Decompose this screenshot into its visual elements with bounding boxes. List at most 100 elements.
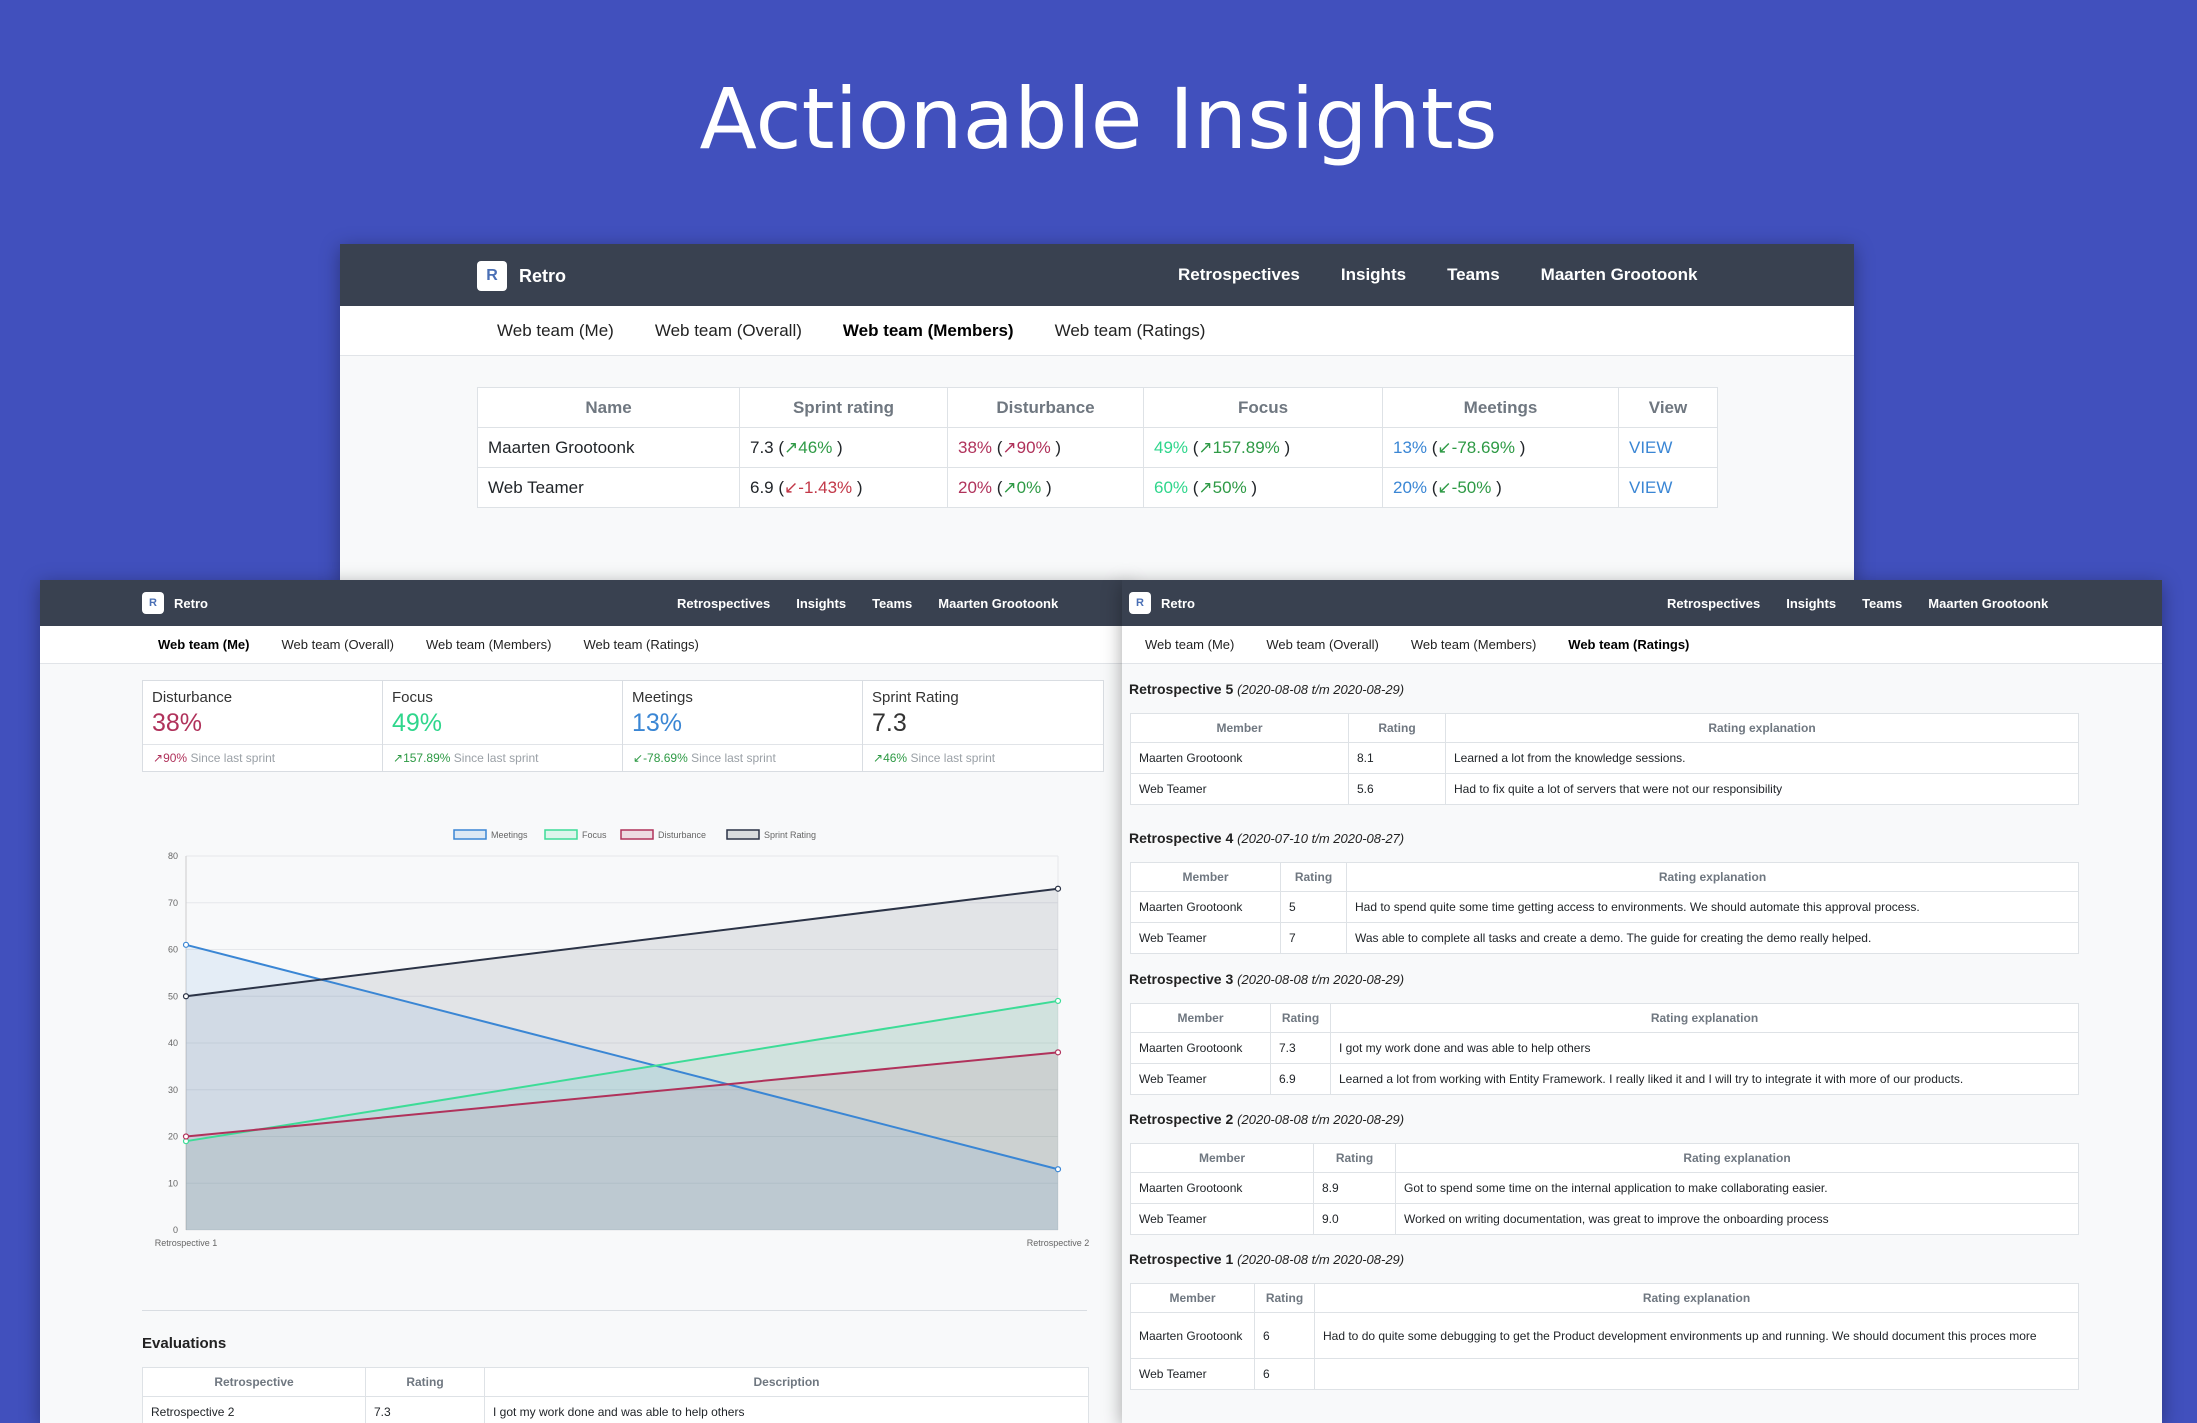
tab-overall[interactable]: Web team (Overall) <box>655 321 802 341</box>
rating-cell: 5.6 <box>1348 773 1446 805</box>
retrospective-heading: Retrospective 5 (2020-08-08 t/m 2020-08-… <box>1129 681 1404 697</box>
explanation-cell: Learned a lot from working with Entity F… <box>1330 1063 2079 1095</box>
nav-insights[interactable]: Insights <box>1341 265 1406 285</box>
disturbance-value: 38% <box>958 437 993 457</box>
trend-up-icon: ↗ <box>1002 437 1017 457</box>
col-member: Member <box>1130 1143 1314 1173</box>
brand[interactable]: R Retro <box>142 592 208 614</box>
y-tick-label: 60 <box>168 945 178 955</box>
tab-members[interactable]: Web team (Members) <box>843 321 1014 341</box>
trend-value: -50% <box>1451 477 1492 497</box>
y-tick-label: 50 <box>168 991 178 1001</box>
y-tick-label: 70 <box>168 898 178 908</box>
tab-me[interactable]: Web team (Me) <box>1145 637 1234 652</box>
x-tick-label: Retrospective 2 <box>1027 1238 1090 1248</box>
tab-overall[interactable]: Web team (Overall) <box>1266 637 1378 652</box>
ratings-table: Member Rating Rating explanation Maarten G… <box>1130 1143 2079 1235</box>
me-window: R Retro Retrospectives Insights Teams Ma… <box>40 580 1130 1423</box>
brand-name: Retro <box>174 595 208 611</box>
brand-name: Retro <box>1161 595 1195 611</box>
meetings-cell: 20% (↙-50% ) <box>1382 467 1619 508</box>
retrospective-title: Retrospective 2 <box>1129 1111 1234 1127</box>
navbar: R Retro Retrospectives Insights Teams Ma… <box>340 244 1854 306</box>
trend-up-icon: ↗ <box>1198 477 1213 497</box>
trend-value: -1.43% <box>798 477 853 497</box>
member-cell: Maarten Grootoonk <box>1130 891 1281 923</box>
focus-card: Focus 49% ↗157.89% Since last sprint <box>382 680 624 772</box>
focus-cell: 60% (↗50% ) <box>1143 467 1383 508</box>
trend-value: 90% <box>1016 437 1051 457</box>
since-label: Since last sprint <box>691 751 776 765</box>
explanation-cell: Got to spend some time on the internal a… <box>1395 1172 2079 1204</box>
view-link[interactable]: VIEW <box>1629 438 1672 457</box>
subnav-tabs: Web team (Me) Web team (Overall) Web tea… <box>40 626 1130 664</box>
trend-value: 50% <box>1212 477 1247 497</box>
disturbance-card: Disturbance 38% ↗90% Since last sprint <box>142 680 384 772</box>
tab-me[interactable]: Web team (Me) <box>497 321 614 341</box>
trend-value: -78.69% <box>643 751 688 765</box>
nav-insights[interactable]: Insights <box>796 596 846 611</box>
nav-insights[interactable]: Insights <box>1786 596 1836 611</box>
member-cell: Web Teamer <box>1130 1358 1255 1390</box>
legend-swatch-focus <box>544 829 578 840</box>
view-link[interactable]: VIEW <box>1629 478 1672 497</box>
nav-retrospectives[interactable]: Retrospectives <box>677 596 770 611</box>
trend-up-icon: ↗ <box>784 437 799 457</box>
explanation-cell: Had to spend quite some time getting acc… <box>1346 891 2079 923</box>
hero-title: Actionable Insights <box>699 70 1498 168</box>
nav-retrospectives[interactable]: Retrospectives <box>1178 265 1300 285</box>
brand[interactable]: R Retro <box>1129 592 1195 614</box>
explanation-cell: Worked on writing documentation, was gre… <box>1395 1203 2079 1235</box>
col-member: Member <box>1130 1003 1271 1033</box>
table-row: Web Teamer 6 <box>1130 1358 2079 1390</box>
nav-retrospectives[interactable]: Retrospectives <box>1667 596 1760 611</box>
tab-me[interactable]: Web team (Me) <box>158 637 250 652</box>
retrospective-heading: Retrospective 3 (2020-08-08 t/m 2020-08-… <box>1129 971 1404 987</box>
col-view: View <box>1618 387 1718 428</box>
brand[interactable]: R Retro <box>477 261 566 291</box>
nav-user[interactable]: Maarten Grootoonk <box>938 596 1058 611</box>
retrospective-range: (2020-08-08 t/m 2020-08-29) <box>1237 972 1405 987</box>
explanation-cell: Learned a lot from the knowledge session… <box>1445 742 2079 774</box>
legend-swatch-disturbance <box>620 829 654 840</box>
tab-members[interactable]: Web team (Members) <box>426 637 551 652</box>
retrospective-title: Retrospective 5 <box>1129 681 1234 697</box>
nav-user[interactable]: Maarten Grootoonk <box>1928 596 2048 611</box>
ratings-table: Member Rating Rating explanation Maarten G… <box>1130 1283 2079 1390</box>
card-value: 7.3 <box>872 709 907 737</box>
y-tick-label: 30 <box>168 1085 178 1095</box>
data-point-meetings <box>182 941 190 948</box>
trend-value: 0% <box>1016 477 1042 497</box>
nav-teams[interactable]: Teams <box>872 596 912 611</box>
col-focus: Focus <box>1143 387 1383 428</box>
table-header-row: Member Rating Rating explanation <box>1130 1283 2079 1313</box>
table-row: Web Teamer 7 Was able to complete all task… <box>1130 922 2079 954</box>
trend-up-icon: ↗ <box>873 751 884 765</box>
nav-teams[interactable]: Teams <box>1447 265 1500 285</box>
tab-members[interactable]: Web team (Members) <box>1411 637 1536 652</box>
legend-label-meetings: Meetings <box>491 830 528 840</box>
col-description: Description <box>484 1367 1089 1397</box>
trend-value: 90% <box>163 751 188 765</box>
meetings-cell: 13% (↙-78.69% ) <box>1382 427 1619 468</box>
rating-value: 7.3 <box>750 437 774 457</box>
nav-teams[interactable]: Teams <box>1862 596 1902 611</box>
view-cell: VIEW <box>1618 427 1718 468</box>
table-header-row: Member Rating Rating explanation <box>1130 1003 2079 1033</box>
trend-down-icon: ↙ <box>1437 477 1452 497</box>
subnav-tabs: Web team (Me) Web team (Overall) Web tea… <box>1122 626 2162 664</box>
col-rating: Rating <box>1270 1003 1331 1033</box>
tab-overall[interactable]: Web team (Overall) <box>282 637 394 652</box>
focus-value: 60% <box>1154 477 1189 497</box>
member-cell: Maarten Grootoonk <box>1130 1032 1271 1064</box>
table-row: Web Teamer 9.0 Worked on writing documenta… <box>1130 1203 2079 1235</box>
trend-value: 157.89% <box>403 751 451 765</box>
member-cell: Web Teamer <box>1130 1063 1271 1095</box>
tab-ratings[interactable]: Web team (Ratings) <box>1568 637 1689 652</box>
tab-ratings[interactable]: Web team (Ratings) <box>1055 321 1206 341</box>
tab-ratings[interactable]: Web team (Ratings) <box>583 637 698 652</box>
description-cell: I got my work done and was able to help … <box>484 1396 1089 1423</box>
member-cell: Web Teamer <box>1130 1203 1314 1235</box>
member-cell: Web Teamer <box>1130 773 1349 805</box>
nav-user[interactable]: Maarten Grootoonk <box>1541 265 1698 285</box>
